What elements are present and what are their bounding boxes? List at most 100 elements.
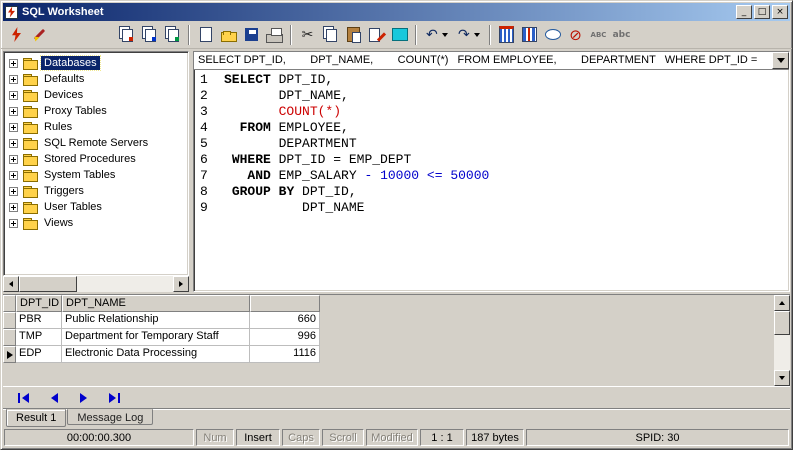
- table-row[interactable]: PBRPublic Relationship660: [3, 312, 774, 329]
- code-segment: <=: [427, 168, 443, 183]
- tree-item-databases[interactable]: Databases: [6, 55, 188, 71]
- scroll-up-button[interactable]: [774, 295, 790, 311]
- lowercase-icon[interactable]: [610, 24, 633, 46]
- status-time: 00:00:00.300: [4, 429, 194, 446]
- table-row[interactable]: EDPElectronic Data Processing1116: [3, 346, 774, 363]
- table-cell: 660: [250, 312, 320, 329]
- last-row-button[interactable]: [104, 389, 125, 407]
- tree-item-label: Proxy Tables: [41, 104, 110, 118]
- next-row-button[interactable]: [75, 389, 92, 407]
- tree-item-devices[interactable]: Devices: [6, 87, 188, 103]
- expand-icon[interactable]: [9, 219, 18, 228]
- code-segment: FROM: [240, 120, 271, 135]
- tree-item-label: Stored Procedures: [41, 152, 139, 166]
- tree-item-proxy-tables[interactable]: Proxy Tables: [6, 103, 188, 119]
- sql-editor-panel: SELECT DPT_ID, DPT_NAME, COUNT(*) FROM E…: [193, 51, 790, 292]
- expand-icon[interactable]: [9, 75, 18, 84]
- tree-item-defaults[interactable]: Defaults: [6, 71, 188, 87]
- close-button[interactable]: ×: [772, 5, 788, 19]
- table-cell: Electronic Data Processing: [62, 346, 250, 363]
- tree-item-user-tables[interactable]: User Tables: [6, 199, 188, 215]
- undo-icon[interactable]: [421, 24, 453, 46]
- append-script-icon[interactable]: [161, 24, 184, 46]
- column-header-dpt-name[interactable]: DPT_NAME: [62, 295, 250, 312]
- grid-header: DPT_IDDPT_NAME: [3, 295, 774, 312]
- table-row[interactable]: TMPDepartment for Temporary Staff996: [3, 329, 774, 346]
- tree-item-sql-remote-servers[interactable]: SQL Remote Servers: [6, 135, 188, 151]
- find-replace-icon[interactable]: [365, 24, 388, 46]
- scroll-down-button[interactable]: [774, 370, 790, 386]
- results-grid-icon[interactable]: [495, 24, 518, 46]
- horizontal-scroll-track[interactable]: [19, 276, 173, 292]
- save-icon[interactable]: [240, 24, 263, 46]
- uppercase-icon[interactable]: [587, 24, 610, 46]
- expand-icon[interactable]: [9, 139, 18, 148]
- save-script-icon[interactable]: [138, 24, 161, 46]
- results-report-icon[interactable]: [518, 24, 541, 46]
- code-segment: DPT_ID,: [271, 72, 333, 87]
- redo-icon[interactable]: [453, 24, 485, 46]
- status-insert-mode: Insert: [236, 429, 280, 446]
- copy-icon[interactable]: [319, 24, 342, 46]
- cancel-icon[interactable]: [564, 24, 587, 46]
- code-lines[interactable]: SELECT DPT_ID, DPT_NAME, COUNT(*) FROM E…: [222, 70, 789, 291]
- status-cursor-position: 1 : 1: [420, 429, 464, 446]
- code-line: DPT_NAME: [224, 200, 789, 216]
- column-header-value[interactable]: [250, 295, 320, 312]
- statement-dropdown-button[interactable]: [772, 52, 789, 69]
- first-row-button[interactable]: [13, 389, 34, 407]
- comment-icon[interactable]: [541, 24, 564, 46]
- folder-icon: [23, 58, 37, 69]
- expand-icon[interactable]: [9, 187, 18, 196]
- edit-script-icon[interactable]: [28, 24, 51, 46]
- vertical-scroll-track[interactable]: [774, 311, 790, 370]
- expand-icon[interactable]: [9, 107, 18, 116]
- statement-combo[interactable]: SELECT DPT_ID, DPT_NAME, COUNT(*) FROM E…: [194, 52, 789, 70]
- cut-icon[interactable]: [296, 24, 319, 46]
- results-vertical-scrollbar[interactable]: [774, 295, 790, 386]
- titlebar[interactable]: SQL Worksheet _□×: [3, 3, 790, 21]
- execute-icon[interactable]: [5, 24, 28, 46]
- line-number: 7: [200, 168, 222, 184]
- tree-item-triggers[interactable]: Triggers: [6, 183, 188, 199]
- scroll-left-button[interactable]: [3, 276, 19, 292]
- tree-item-stored-procedures[interactable]: Stored Procedures: [6, 151, 188, 167]
- column-header-dpt-id[interactable]: DPT_ID: [16, 295, 62, 312]
- print-icon[interactable]: [263, 24, 286, 46]
- tree-item-rules[interactable]: Rules: [6, 119, 188, 135]
- folder-icon: [23, 202, 37, 213]
- tree-item-system-tables[interactable]: System Tables: [6, 167, 188, 183]
- tab-result-1[interactable]: Result 1: [6, 409, 66, 427]
- status-spid: SPID: 30: [526, 429, 789, 446]
- expand-icon[interactable]: [9, 203, 18, 212]
- code-line: GROUP BY DPT_ID,: [224, 184, 789, 200]
- vertical-scroll-thumb[interactable]: [774, 311, 790, 335]
- tree: DatabasesDefaultsDevicesProxy TablesRule…: [3, 51, 189, 276]
- tab-message-log[interactable]: Message Log: [67, 409, 153, 425]
- expand-icon[interactable]: [9, 91, 18, 100]
- open-script-icon[interactable]: [115, 24, 138, 46]
- object-tree-panel: DatabasesDefaultsDevicesProxy TablesRule…: [3, 51, 189, 292]
- open-icon[interactable]: [217, 24, 240, 46]
- new-icon[interactable]: [194, 24, 217, 46]
- expand-icon[interactable]: [9, 123, 18, 132]
- code-segment: BY: [279, 184, 295, 199]
- expand-icon[interactable]: [9, 171, 18, 180]
- tree-item-views[interactable]: Views: [6, 215, 188, 231]
- line-number: 5: [200, 136, 222, 152]
- horizontal-scroll-thumb[interactable]: [19, 276, 77, 292]
- code-segment: [271, 184, 279, 199]
- maximize-button[interactable]: □: [754, 5, 770, 19]
- folder-icon: [23, 106, 37, 117]
- paste-icon[interactable]: [342, 24, 365, 46]
- expand-icon[interactable]: [9, 59, 18, 68]
- app-icon[interactable]: [5, 6, 18, 19]
- tree-horizontal-scrollbar[interactable]: [3, 276, 189, 292]
- minimize-button[interactable]: _: [736, 5, 752, 19]
- scroll-right-button[interactable]: [173, 276, 189, 292]
- previous-row-button[interactable]: [46, 389, 63, 407]
- code-editor[interactable]: 123456789 SELECT DPT_ID, DPT_NAME, COUNT…: [194, 70, 789, 291]
- select-block-icon[interactable]: [388, 24, 411, 46]
- grid-body: PBRPublic Relationship660TMPDepartment f…: [3, 312, 774, 363]
- expand-icon[interactable]: [9, 155, 18, 164]
